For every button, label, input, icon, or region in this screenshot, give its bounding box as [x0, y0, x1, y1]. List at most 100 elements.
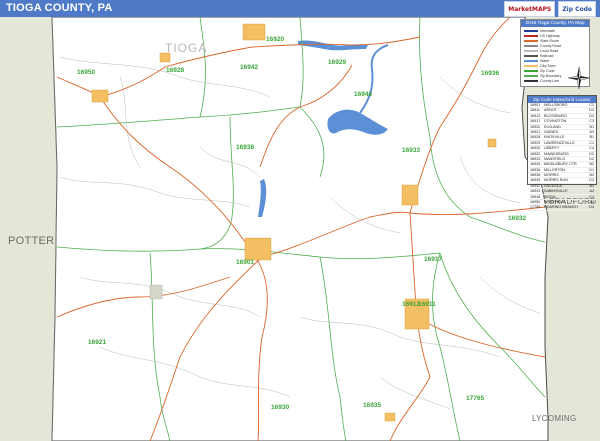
legend-row: County Line: [524, 79, 559, 83]
legend-swatch: [524, 65, 538, 67]
place-name-cell: MANSFIELD: [544, 156, 566, 161]
place-name-cell: WELLSBORO: [544, 103, 568, 107]
zip-label: 16946: [354, 91, 373, 98]
zip-label: 16917: [424, 256, 443, 263]
county-area: [51, 17, 549, 441]
zip-code-cell: 16942: [530, 183, 541, 188]
legend-label: Water: [540, 59, 550, 63]
publisher-logo: MarketMAPS: [504, 1, 556, 17]
zip-index-title: Zip Code Index/Grid Locator: [528, 96, 596, 103]
city-liberty: [384, 412, 396, 422]
zip-label: 16921: [88, 339, 107, 346]
legend-swatch: [524, 30, 538, 32]
grid-cell: D2: [589, 151, 594, 156]
place-name-cell: TIOGA: [544, 194, 556, 199]
county-name-label: TIOGA: [165, 41, 208, 55]
zip-label: 16933: [402, 147, 421, 154]
grid-cell: C2: [589, 103, 594, 107]
place-name-cell: ELKLAND: [544, 124, 561, 129]
legend-swatch: [524, 70, 538, 72]
legend-swatch: [524, 45, 538, 47]
zip-code-cell: 16936: [530, 167, 541, 172]
grid-cell: C3: [589, 119, 594, 124]
legend-swatch: [524, 40, 538, 42]
legend-row: Water: [524, 59, 549, 63]
zip-label: 16936: [481, 70, 500, 77]
place-name-cell: ARNOT: [544, 108, 557, 113]
legend-swatch: [524, 80, 538, 82]
legend-row: US Highway: [524, 34, 560, 38]
place-name-cell: MAINESBURG: [544, 151, 569, 156]
zip-code-cell: 16938: [530, 173, 541, 178]
zip-label: 16929: [328, 59, 347, 66]
legend-swatch: [524, 55, 538, 57]
grid-cell: A3: [589, 129, 594, 134]
place-name-cell: OSCEOLA: [544, 183, 562, 188]
zip-code-cell: 16935: [530, 162, 541, 167]
place-name-cell: GAINES: [544, 129, 558, 134]
zip-code-cell: 16928: [530, 135, 541, 140]
legend-row: Interstate: [524, 29, 555, 33]
place-name-cell: MILLERTON: [544, 167, 565, 172]
city-elkland: [242, 23, 266, 41]
grid-cell: D1: [589, 167, 594, 172]
zip-label: 16932: [508, 215, 527, 222]
place-name-cell: MORRIS RUN: [544, 178, 568, 183]
zip-code-cell: 16917: [530, 119, 541, 124]
grid-cell: A2: [589, 189, 594, 194]
legend-swatch: [524, 75, 538, 77]
zip-code-cell: 16943: [530, 189, 541, 194]
zip-code-logo: Zip Code: [558, 1, 596, 17]
place-name-cell: MORRIS: [544, 173, 559, 178]
legend-label: County Line: [540, 79, 560, 83]
zip-label: 16950: [77, 69, 96, 76]
zip-code-cell: 16912: [530, 113, 541, 118]
legend-swatch: [524, 60, 538, 62]
grid-cell: B1: [589, 124, 594, 129]
zip-label: 17765: [466, 395, 485, 402]
zip-code-cell: 16939: [530, 178, 541, 183]
place-name-cell: SABINSVILLE: [544, 189, 568, 194]
city-wellsboro: [244, 237, 272, 261]
grid-cell: D3: [589, 108, 594, 113]
zip-label: 16935: [363, 402, 382, 409]
legend-label: City/Town: [540, 64, 556, 68]
zip-code-cell: 16920: [530, 124, 541, 129]
zip-code-cell: 16950: [530, 200, 541, 205]
zip-code-cell: 16933: [530, 156, 541, 161]
grid-cell: B3: [589, 173, 594, 178]
legend-label: Railroad: [540, 54, 554, 58]
zip-code-cell: 16930: [530, 146, 541, 151]
zip-code-cell: 16911: [530, 108, 540, 113]
legend-title: 2016 Tioga County, PA Map: [521, 20, 589, 27]
legend-row: State Route: [524, 39, 559, 43]
city-morris: [149, 284, 163, 300]
grid-cell: B1: [589, 183, 594, 188]
legend-label: Zip Boundary: [540, 74, 562, 78]
neighbor-lycoming: LYCOMING: [532, 414, 577, 423]
grid-cell: D3: [589, 178, 594, 183]
legend-swatch: [524, 50, 538, 52]
legend-row: Zip Code: [524, 69, 555, 73]
place-name-cell: LIBERTY: [544, 146, 560, 151]
legend-row: City/Town: [524, 64, 556, 68]
place-name-cell: MIDDLEBURY CTR: [544, 162, 577, 167]
place-name-cell: LAWRENCEVILLE: [544, 140, 575, 145]
grid-cell: C4: [589, 146, 594, 151]
zip-label: 16911: [418, 301, 436, 308]
legend-label: Local Road: [540, 49, 559, 53]
map-canvas[interactable]: POTTER BRADFORD LYCOMING TIOGA 16950 169…: [0, 17, 600, 441]
legend-label: Zip Code: [540, 69, 555, 73]
place-name-cell: WESTFIELD: [544, 200, 566, 205]
place-name-cell: KNOXVILLE: [544, 135, 565, 140]
zip-label: 16901: [236, 259, 255, 266]
legend-row: Zip Boundary: [524, 74, 561, 78]
compass-rose-icon: [568, 67, 590, 89]
zip-label: 16930: [271, 404, 290, 411]
legend-label: County Road: [540, 44, 561, 48]
zip-code-cell: 16929: [530, 140, 541, 145]
place-name-cell: BLOSSBURG: [544, 113, 567, 118]
logo-group: MarketMAPS Zip Code: [504, 1, 596, 17]
map-svg[interactable]: [0, 17, 600, 441]
legend-row: County Road: [524, 44, 561, 48]
